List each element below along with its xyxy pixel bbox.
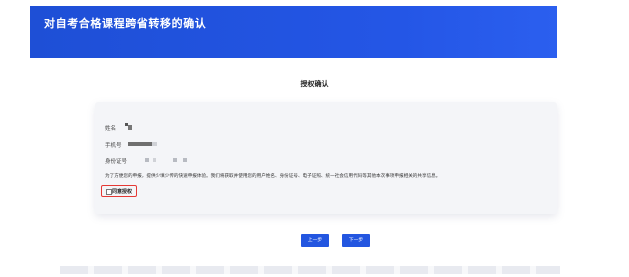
- id-label: 身份证号: [105, 159, 128, 165]
- authorization-card: 姓名 手机号 身份证号 为了方便您的申报，提供少填少传的快速申报体验。我们将获取…: [95, 102, 557, 214]
- name-label: 姓名: [105, 126, 117, 132]
- id-value-redacted-3: [173, 158, 177, 162]
- id-value-redacted: [145, 158, 149, 162]
- prev-step-button[interactable]: 上一步: [301, 234, 329, 247]
- id-value-redacted-4: [183, 158, 187, 162]
- app-header: 对自考合格课程跨省转移的确认: [30, 6, 557, 58]
- phone-row: 手机号: [105, 141, 122, 149]
- next-step-button[interactable]: 下一步: [342, 234, 370, 247]
- name-row: 姓名: [105, 124, 116, 132]
- name-value-redacted: [125, 123, 133, 131]
- privacy-notice: 为了方便您的申报，提供少填少传的快速申报体验。我们将获取并使用您的用户姓名、身份…: [105, 174, 441, 179]
- id-row: 身份证号: [105, 157, 127, 165]
- consent-label[interactable]: 同意授权: [112, 188, 132, 195]
- blurred-footer-text: [60, 266, 560, 274]
- phone-label: 手机号: [105, 143, 122, 149]
- page-title: 授权确认: [300, 80, 329, 88]
- id-value-redacted-2: [153, 158, 156, 162]
- phone-value-redacted-blur: [152, 142, 157, 146]
- phone-value-redacted: [128, 142, 152, 146]
- consent-checkbox-group[interactable]: 同意授权: [101, 185, 137, 197]
- header-title: 对自考合格课程跨省转移的确认: [44, 17, 207, 30]
